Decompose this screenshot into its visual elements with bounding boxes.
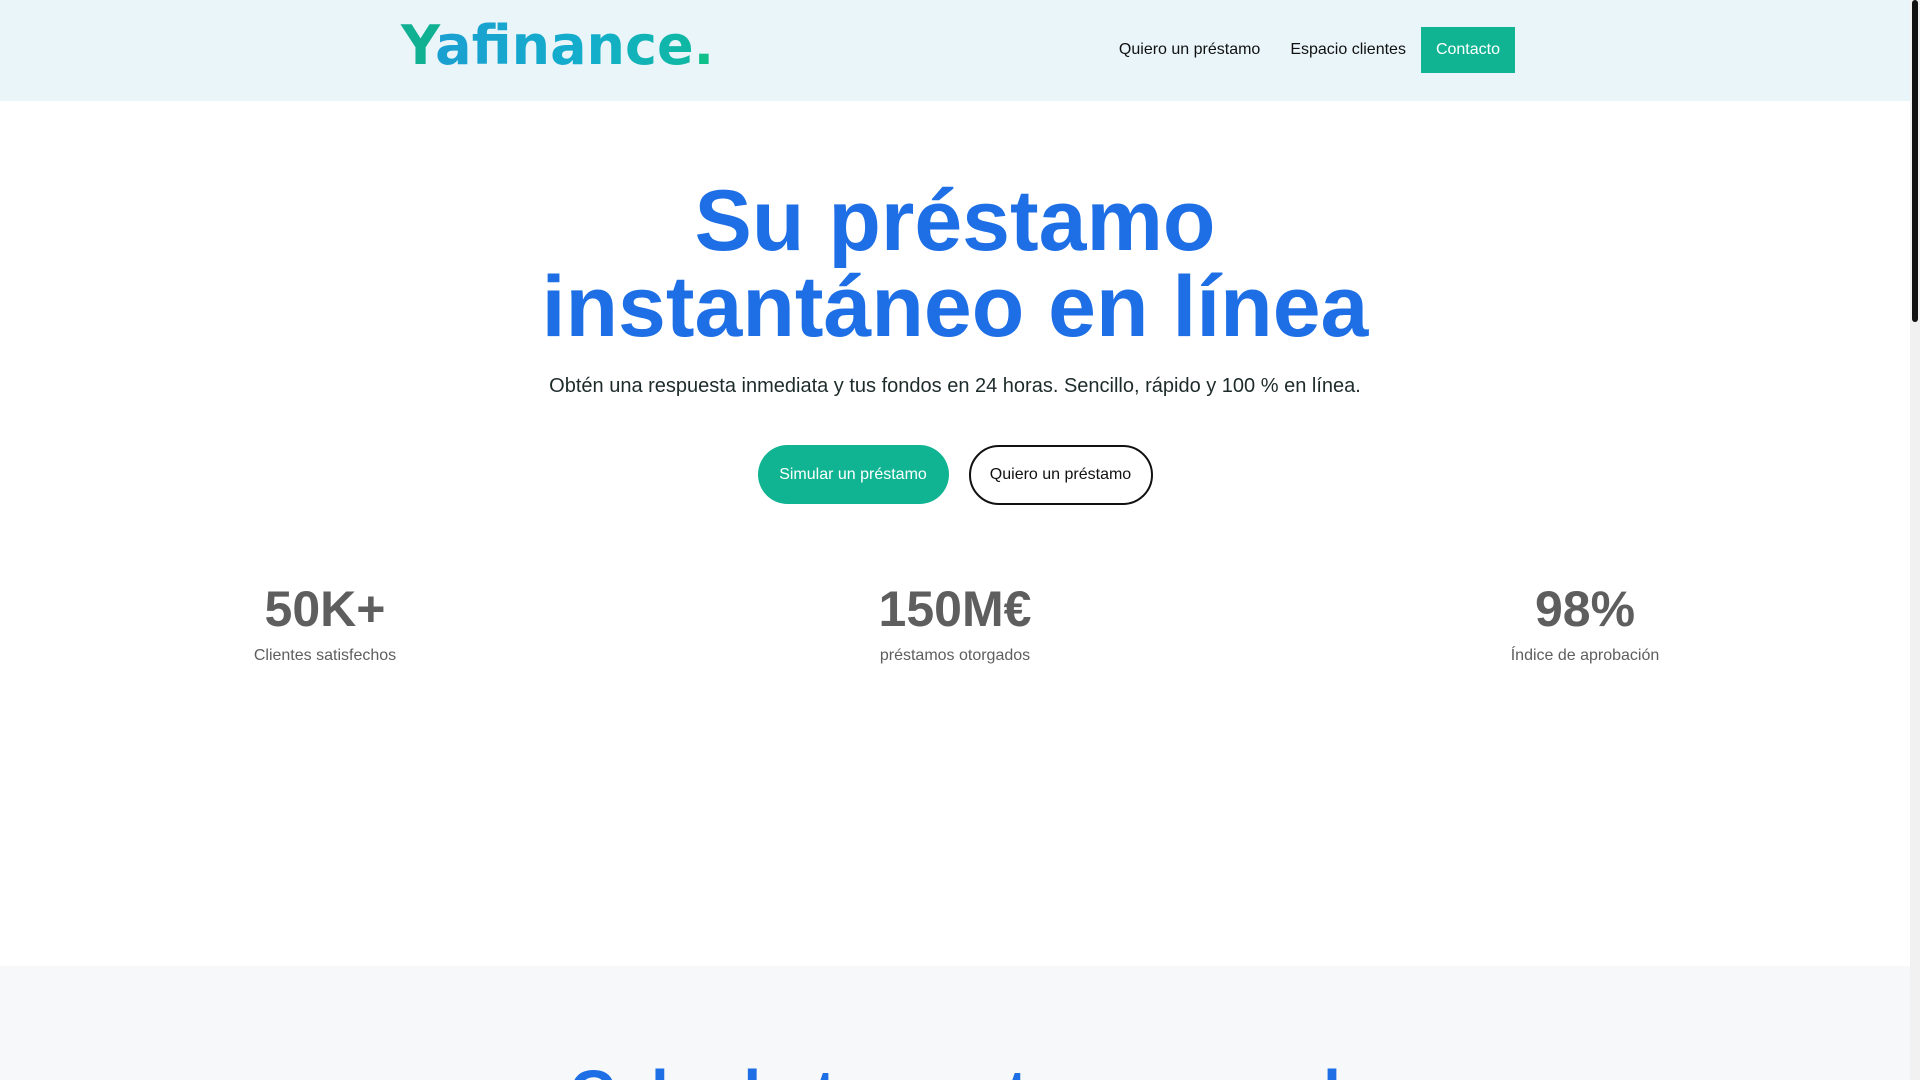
- stat-value: 50K+: [264, 581, 386, 637]
- page-scrollbar[interactable]: [1910, 0, 1920, 1080]
- request-loan-button[interactable]: Quiero un préstamo: [968, 445, 1153, 505]
- contact-button[interactable]: Contacto: [1420, 27, 1515, 73]
- simulate-loan-button[interactable]: Simular un préstamo: [757, 445, 949, 504]
- main-nav: Quiero un préstamo Espacio clientes Cont…: [1089, 27, 1515, 73]
- hero-subtitle: Obtén una respuesta inmediata y tus fond…: [549, 375, 1361, 397]
- hero-title-line-2: instantáneo en línea: [541, 259, 1369, 355]
- logo-dot: .: [693, 14, 715, 77]
- stat-value: 98%: [1534, 581, 1636, 637]
- stat-label: Clientes satisfechos: [253, 647, 397, 664]
- hero-title-line-1: Su préstamo: [694, 173, 1216, 269]
- stat-label: Índice de aprobación: [1510, 647, 1660, 664]
- stat-clients: 50K+ Clientes satisfechos: [175, 582, 475, 666]
- site-header: Yafinance. Quiero un préstamo Espacio cl…: [0, 0, 1910, 101]
- stat-approval: 98% Índice de aprobación: [1435, 582, 1735, 666]
- logo-wordmark: afinance: [435, 14, 694, 77]
- nav-link-clients[interactable]: Espacio clientes: [1290, 27, 1406, 73]
- calculator-section-title: Calcule tu cuota mensual: [0, 1058, 1910, 1080]
- hero-cta-row: Simular un préstamo Quiero un préstamo: [0, 445, 1910, 505]
- stat-loans: 150M€ préstamos otorgados: [805, 582, 1105, 666]
- hero-title: Su préstamo instantáneo en línea: [0, 178, 1910, 350]
- logo-letter-y: Y: [401, 14, 436, 77]
- logo[interactable]: Yafinance.: [401, 15, 714, 77]
- stat-value: 150M€: [878, 581, 1032, 637]
- scrollbar-thumb[interactable]: [1912, 0, 1918, 322]
- nav-link-loan[interactable]: Quiero un préstamo: [1119, 27, 1260, 73]
- page: Yafinance. Quiero un préstamo Espacio cl…: [0, 0, 1910, 1080]
- stat-label: préstamos otorgados: [879, 647, 1031, 664]
